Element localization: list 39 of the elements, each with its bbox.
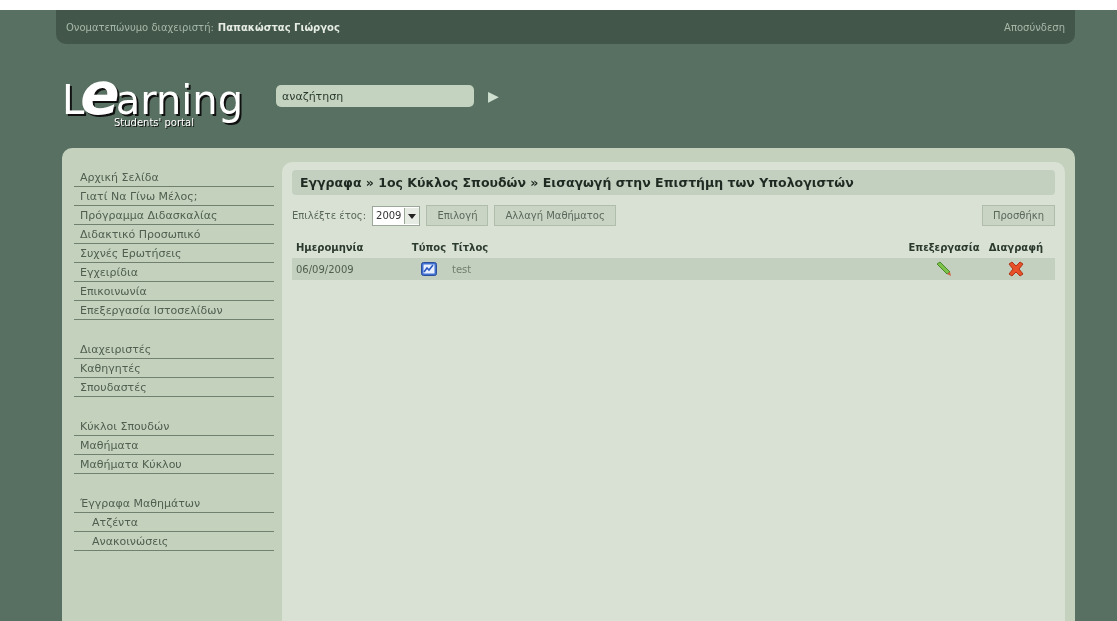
sidebar-item[interactable]: Μαθήματα [74,436,274,455]
sidebar-item[interactable]: Ανακοινώσεις [74,532,274,551]
sidebar-item[interactable]: Κύκλοι Σπουδών [74,417,274,436]
caret-icon [404,207,420,224]
add-button[interactable]: Προσθήκη [982,205,1055,226]
sidebar-item[interactable]: Σπουδαστές [74,378,274,397]
sidebar-item[interactable]: Πρόγραμμα Διδασκαλίας [74,206,274,225]
sidebar-item[interactable]: Διδακτικό Προσωπικό [74,225,274,244]
search-field[interactable]: αναζήτηση [276,85,474,107]
sidebar-item[interactable]: Ατζέντα [74,513,274,532]
column-header: Ημερομηνία [296,241,365,253]
select-button[interactable]: Επιλογή [426,205,489,226]
pencil-edit-icon[interactable] [935,261,953,277]
breadcrumb-bar: Εγγραφα » 1ος Κύκλος Σπουδών » Εισαγωγή στην Επιστήμη των Υπολογιστών [292,170,1055,195]
chart-document-icon[interactable] [421,262,437,276]
sidebar-item[interactable]: Αρχική Σελίδα [74,168,274,187]
sidebar-item[interactable]: Μαθήματα Κύκλου [74,455,274,474]
column-header: Τίτλος [452,241,490,253]
sidebar-item[interactable]: Επεξεργασία Ιστοσελίδων [74,301,274,320]
sidebar-item[interactable]: Επικοινωνία [74,282,274,301]
delete-x-icon[interactable] [1007,261,1025,277]
column-header: Διαγραφή [987,241,1045,253]
column-header: Επεξεργασία [907,241,981,253]
year-dropdown[interactable]: 2009 [372,205,421,226]
sidebar-item[interactable]: Γιατί Να Γίνω Μέλος; [74,187,274,206]
table-cell-text: 06/09/2009 [296,263,355,275]
sidebar-item[interactable]: Καθηγητές [74,359,274,378]
user-name: Παπακώστας Γιώργος [217,21,340,33]
user-label: Ονοματεπώνυμο διαχειριστή: [66,21,214,33]
column-header: Τύπος [410,241,448,253]
sidebar-item[interactable]: Συχνές Ερωτήσεις [74,244,274,263]
search-arrow-button[interactable]: ▶ [488,88,499,104]
logout-link[interactable]: Αποσύνδεση [1004,21,1065,33]
sidebar-item[interactable]: Διαχειριστές [74,340,274,359]
document-title-link[interactable]: test [452,263,907,275]
sidebar-item[interactable]: Εγχειρίδια [74,263,274,282]
change-course-button[interactable]: Αλλαγή Μαθήματος [494,205,616,226]
year-label: Επιλέξτε έτος: [292,210,366,221]
sidebar-item[interactable]: Έγγραφα Μαθημάτων [74,494,274,513]
